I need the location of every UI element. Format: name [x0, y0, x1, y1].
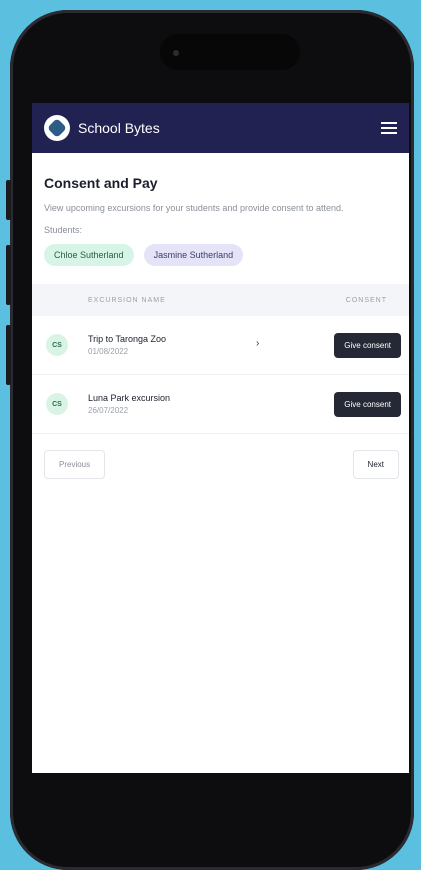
student-chip-chloe[interactable]: Chloe Sutherland	[44, 244, 134, 266]
top-nav-bar: School Bytes	[32, 103, 409, 153]
give-consent-button[interactable]: Give consent	[334, 391, 401, 417]
phone-notch	[160, 34, 300, 70]
excursion-info: Trip to Taronga Zoo 01/08/2022	[88, 334, 166, 356]
phone-side-button	[6, 180, 11, 220]
excursion-name[interactable]: Trip to Taronga Zoo	[88, 334, 166, 344]
student-chips: Chloe Sutherland Jasmine Sutherland	[44, 244, 397, 266]
column-header-consent: CONSENT	[345, 296, 387, 304]
hamburger-menu-icon[interactable]	[381, 122, 397, 134]
student-chip-jasmine[interactable]: Jasmine Sutherland	[143, 244, 244, 266]
main-content: Consent and Pay View upcoming excursions…	[32, 153, 409, 266]
app-screen: School Bytes Consent and Pay View upcomi…	[32, 103, 409, 773]
page-description: View upcoming excursions for your studen…	[44, 203, 344, 213]
next-page-button[interactable]: Next	[352, 450, 399, 479]
brand-name: School Bytes	[78, 120, 160, 136]
excursion-info: Luna Park excursion 26/07/2022	[88, 393, 170, 415]
give-consent-button[interactable]: Give consent	[334, 332, 401, 358]
chevron-right-icon[interactable]: ›	[256, 338, 259, 349]
student-avatar: CS	[46, 393, 68, 415]
pagination: Previous Next	[44, 450, 399, 479]
previous-page-button[interactable]: Previous	[44, 450, 106, 479]
column-header-excursion-name: EXCURSION NAME	[88, 296, 166, 304]
phone-volume-up-button	[6, 245, 11, 305]
camera-icon	[173, 50, 179, 56]
student-avatar: CS	[46, 334, 68, 356]
excursion-date: 26/07/2022	[88, 406, 129, 415]
table-row: CS Luna Park excursion 26/07/2022 Give c…	[32, 375, 409, 434]
table-row: CS Trip to Taronga Zoo 01/08/2022 › Give…	[32, 316, 409, 375]
students-label: Students:	[44, 225, 83, 235]
excursion-name[interactable]: Luna Park excursion	[88, 393, 170, 403]
phone-volume-down-button	[6, 325, 11, 385]
page-title: Consent and Pay	[44, 175, 158, 191]
school-bytes-logo-icon[interactable]	[44, 115, 70, 141]
table-header: EXCURSION NAME CONSENT	[32, 284, 409, 316]
excursion-date: 01/08/2022	[88, 347, 129, 356]
